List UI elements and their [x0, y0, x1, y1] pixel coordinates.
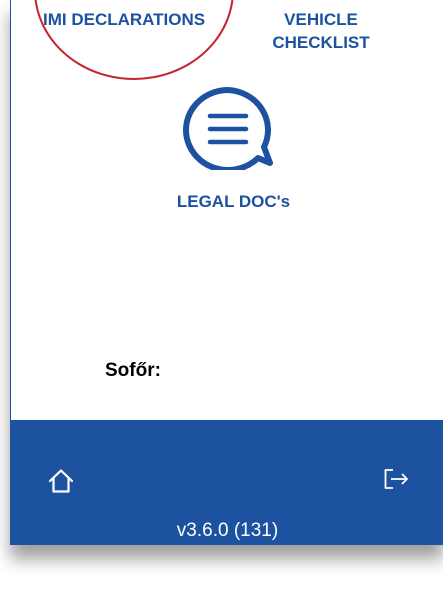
- legal-docs-label: LEGAL DOC's: [176, 192, 291, 211]
- app-screen: IMI DECLARATIONS VEHICLE CHECKLIST LEGAL…: [10, 0, 443, 545]
- vehicle-checklist-button[interactable]: VEHICLE CHECKLIST: [251, 8, 391, 54]
- version-label: v3.6.0 (131): [176, 520, 279, 541]
- home-button[interactable]: [47, 468, 75, 494]
- home-icon: [48, 469, 74, 493]
- logout-icon: [384, 469, 408, 489]
- bottom-bar: v3.6.0 (131): [11, 420, 443, 545]
- vehicle-checklist-label-line2: CHECKLIST: [272, 33, 370, 52]
- vehicle-checklist-label-line1: VEHICLE: [284, 10, 358, 29]
- chat-bubble-icon: [183, 87, 273, 170]
- imi-declarations-button[interactable]: IMI DECLARATIONS: [43, 8, 233, 31]
- imi-declarations-label: IMI DECLARATIONS: [43, 10, 206, 29]
- logout-button[interactable]: [383, 467, 411, 493]
- driver-label: Sofőr:: [105, 360, 161, 381]
- legal-docs-button[interactable]: LEGAL DOC's: [161, 84, 306, 214]
